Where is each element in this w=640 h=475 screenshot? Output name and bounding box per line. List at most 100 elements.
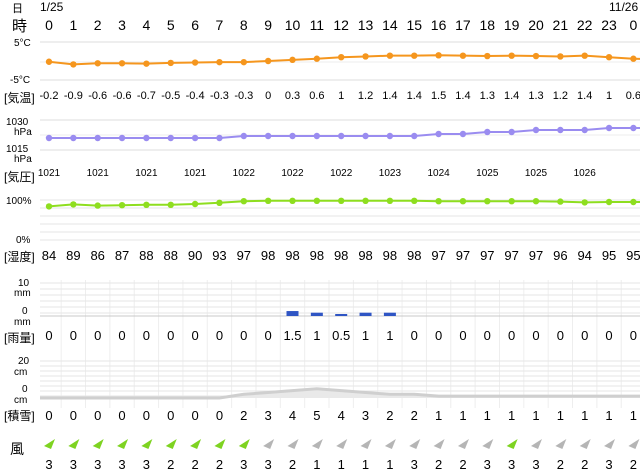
wind-value-label: 2 (629, 457, 637, 472)
wind-value-label: 2 (459, 457, 467, 472)
snow-value-label: 1 (532, 408, 540, 423)
humidity-value-label: 94 (577, 248, 592, 263)
wind-value-label: 2 (167, 457, 175, 472)
temp-value-label: -0.9 (63, 90, 83, 102)
rain-value-label: 0 (167, 328, 175, 343)
pressure-value-label: 1021 (37, 168, 61, 179)
humidity-value-label: 98 (285, 248, 300, 263)
rain-value-label: 0 (240, 328, 248, 343)
wind-value-label: 2 (581, 457, 589, 472)
hour-tick-label: 22 (576, 17, 593, 33)
pressure-point (459, 130, 467, 138)
rain-bar (383, 312, 396, 316)
humidity-value-label: 88 (139, 248, 154, 263)
temp-point (532, 52, 540, 60)
humidity-point (557, 198, 564, 205)
wind-value-label: 1 (361, 457, 370, 472)
snow-value-label: 2 (240, 408, 248, 423)
hour-tick-label: 1 (69, 17, 78, 33)
temp-value-label: -0.5 (161, 90, 181, 102)
pressure-point (313, 132, 321, 140)
wind-value-label: 1 (386, 457, 394, 472)
pressure-point (508, 128, 515, 136)
hour-tick-label: 12 (333, 17, 349, 33)
temp-point (313, 55, 321, 62)
wind-value-label: 3 (532, 457, 540, 472)
pressure-point (435, 130, 442, 138)
snow-value-label: 0 (69, 408, 77, 423)
temp-point (216, 58, 223, 66)
humidity-value-label: 98 (382, 248, 398, 263)
wind-value-label: 2 (215, 457, 224, 472)
temp-point (508, 52, 515, 59)
temp-value-label: 1.4 (406, 90, 422, 102)
hour-tick-label: 20 (528, 17, 544, 33)
snow-value-label: 0 (215, 408, 224, 423)
wind-arrow-icon (44, 439, 55, 449)
humidity-value-label: 98 (358, 248, 373, 263)
wind-value-label: 3 (264, 457, 272, 472)
snow-value-label: 0 (167, 408, 175, 423)
rain-value-label: 0 (191, 328, 199, 343)
snow-value-label: 1 (459, 408, 467, 423)
temp-point (289, 56, 296, 64)
hour-tick-label: 18 (479, 17, 496, 33)
rain-value-label: 0 (556, 328, 564, 343)
pressure-point (630, 124, 637, 132)
snow-value-label: 5 (313, 408, 321, 423)
hour-tick-label: 0 (45, 17, 53, 33)
temp-point (94, 60, 101, 67)
temp-point (362, 53, 369, 60)
rain-value-label: 0.5 (332, 328, 351, 343)
rain-value-label: 0 (532, 328, 540, 343)
wind-arrow-icon (165, 439, 177, 449)
hour-tick-label: 3 (118, 17, 126, 33)
snow-value-label: 0 (45, 408, 53, 423)
wind-value-label: 3 (410, 457, 418, 472)
wind-value-label: 2 (556, 457, 564, 472)
temp-point (435, 52, 442, 59)
wind-value-label: 3 (118, 457, 126, 472)
temp-value-label: 1 (605, 90, 613, 102)
humidity-point (435, 198, 442, 205)
wind-arrow-icon (433, 439, 445, 449)
humidity-point (581, 199, 588, 206)
wind-arrow-icon (579, 439, 591, 449)
temp-point (557, 53, 564, 60)
pressure-point (581, 126, 588, 134)
hour-tick-label: 23 (601, 17, 617, 33)
humidity-value-label: 89 (66, 248, 81, 263)
pressure-value-label: 1021 (135, 168, 158, 179)
rain-value-label: 0 (410, 328, 418, 343)
hour-tick-label: 9 (264, 17, 273, 33)
hour-tick-label: 21 (552, 17, 569, 33)
wind-value-label: 2 (288, 457, 297, 472)
temp-value-label: 0.3 (284, 90, 301, 102)
pressure-value-label: 1024 (427, 168, 450, 179)
temp-point (581, 52, 588, 59)
pressure-point (484, 128, 491, 136)
wind-value-label: 3 (45, 457, 53, 472)
wind-arrow-icon (555, 439, 567, 449)
snow-value-label: 2 (410, 408, 418, 423)
pressure-point (532, 126, 540, 134)
humidity-value-label: 98 (407, 248, 422, 263)
temp-value-label: -0.3 (234, 90, 254, 102)
rain-bar (310, 312, 323, 316)
wind-arrow-icon (287, 439, 299, 449)
humidity-point (118, 202, 126, 209)
temp-value-label: 1.2 (552, 90, 568, 102)
temp-value-label: 1.4 (503, 90, 520, 102)
humidity-value-label: 84 (41, 248, 57, 263)
humidity-point (191, 200, 199, 208)
pressure-value-label: 1022 (281, 168, 304, 179)
humidity-point (338, 197, 345, 204)
temp-point (338, 54, 345, 61)
humidity-point (216, 199, 223, 206)
pressure-value-label: 1022 (232, 168, 255, 179)
wind-arrow-icon (311, 439, 323, 449)
wind-arrow-icon (92, 439, 104, 449)
pressure-point (143, 134, 150, 142)
humidity-point (45, 203, 53, 210)
temp-value-label: 1.5 (430, 90, 447, 102)
